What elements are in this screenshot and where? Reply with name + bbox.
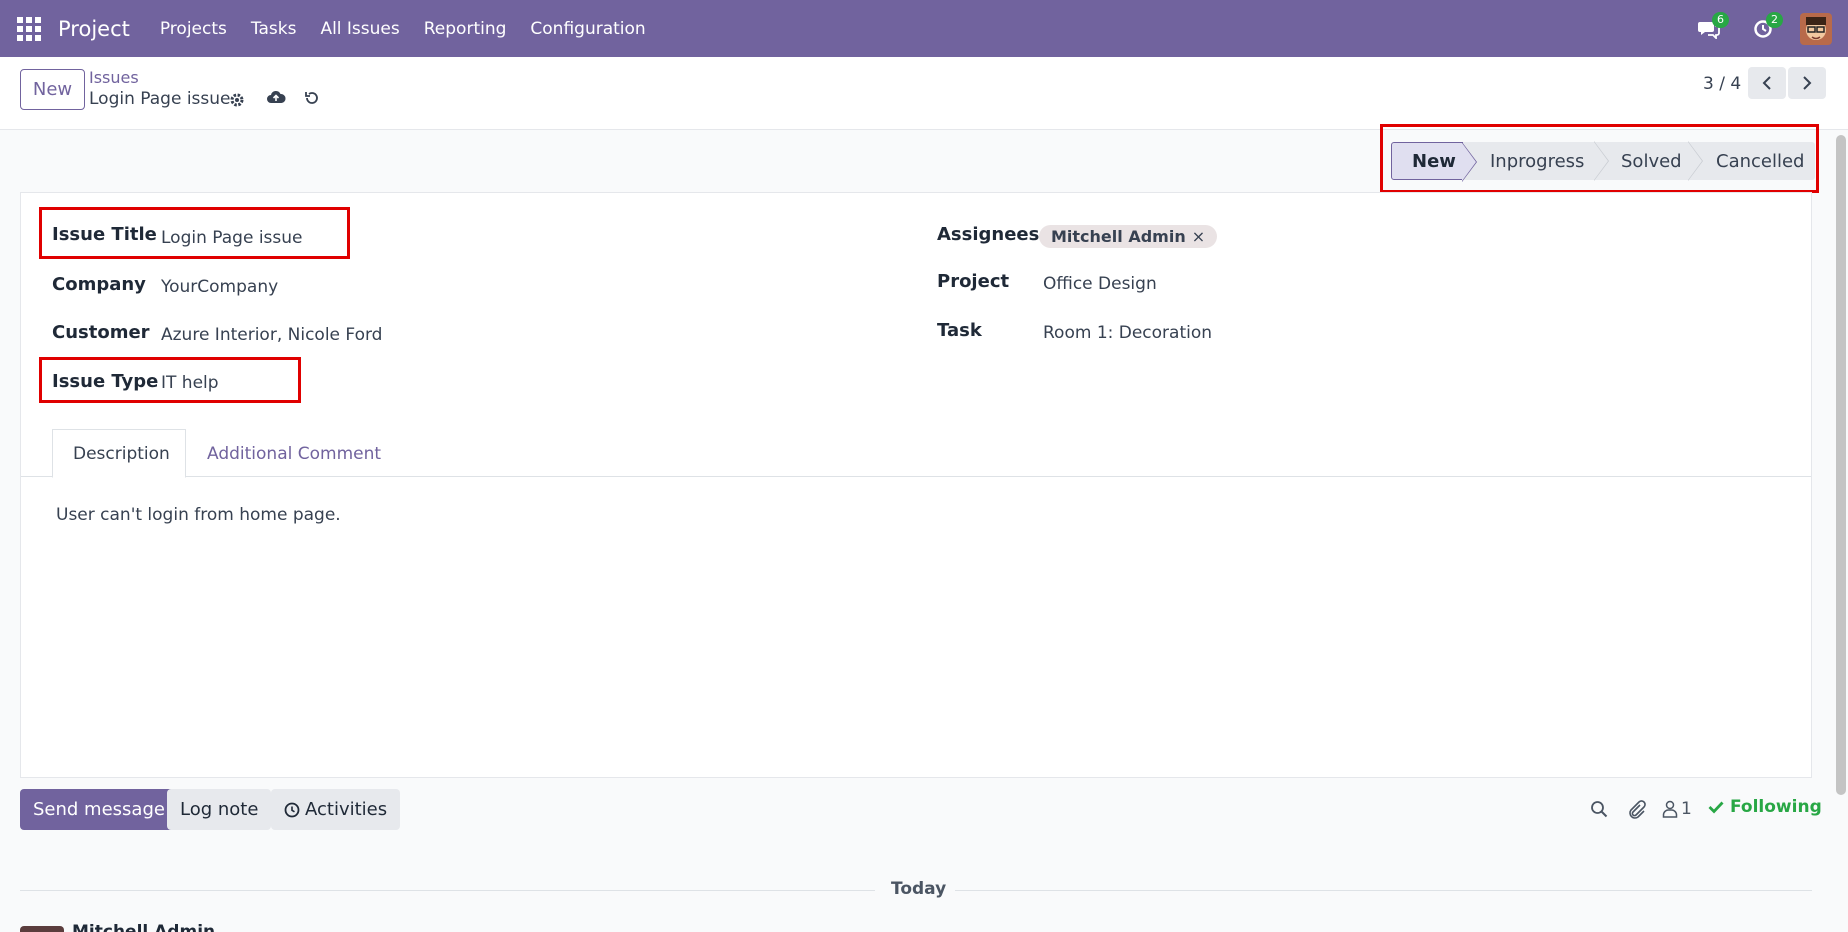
check-icon — [1708, 801, 1724, 814]
stage-inprogress[interactable]: Inprogress — [1463, 141, 1609, 181]
following-button[interactable]: Following — [1708, 797, 1822, 817]
activities-button[interactable]: Activities — [271, 789, 401, 830]
assignee-tag[interactable]: Mitchell Admin × — [1039, 225, 1218, 248]
app-name[interactable]: Project — [58, 17, 130, 41]
task-label: Task — [937, 320, 982, 341]
send-message-button[interactable]: Send message — [20, 789, 178, 830]
stage-cancelled[interactable]: Cancelled — [1688, 142, 1815, 180]
nav-tasks[interactable]: Tasks — [239, 19, 309, 39]
project-label: Project — [937, 271, 1010, 292]
pager-value[interactable]: 3 / 4 — [1703, 74, 1741, 94]
assignees-label: Assignees — [937, 224, 1040, 245]
cloud-save-icon[interactable] — [265, 87, 287, 109]
company-field[interactable]: YourCompany — [161, 277, 278, 297]
status-bar: New Inprogress Solved Cancelled — [1391, 141, 1815, 182]
pager-next-button[interactable] — [1788, 67, 1826, 99]
stage-label: New — [1412, 150, 1456, 172]
search-icon[interactable] — [1590, 797, 1608, 821]
user-avatar[interactable] — [1800, 12, 1832, 45]
user-icon — [1662, 800, 1678, 818]
issue-title-field[interactable]: Login Page issue — [161, 228, 303, 248]
nav-configuration[interactable]: Configuration — [518, 19, 657, 39]
tab-additional-comment[interactable]: Additional Comment — [187, 429, 401, 478]
company-label: Company — [52, 274, 146, 295]
stage-label: Inprogress — [1490, 150, 1585, 172]
description-text[interactable]: User can't login from home page. — [56, 505, 341, 525]
new-record-button[interactable]: New — [20, 69, 85, 110]
project-field[interactable]: Office Design — [1043, 274, 1157, 294]
paperclip-icon[interactable] — [1626, 797, 1646, 821]
message-author-avatar — [20, 926, 64, 932]
clock-icon — [284, 802, 300, 817]
stage-new[interactable]: New — [1391, 142, 1477, 182]
gear-icon[interactable] — [226, 89, 248, 111]
tab-description[interactable]: Description — [52, 429, 186, 478]
issue-type-field[interactable]: IT help — [161, 373, 219, 393]
page-scrollbar[interactable] — [1836, 135, 1846, 795]
top-navbar: Project Projects Tasks All Issues Report… — [0, 0, 1848, 57]
customer-label: Customer — [52, 322, 150, 343]
issue-title-label: Issue Title — [52, 224, 157, 245]
messages-icon[interactable]: 6 — [1682, 0, 1736, 57]
nav-projects[interactable]: Projects — [148, 19, 239, 39]
activities-clock-icon[interactable]: 2 — [1736, 0, 1790, 57]
notebook-tabs: Description Additional Comment — [21, 429, 1811, 478]
divider — [955, 890, 1812, 891]
nav-reporting[interactable]: Reporting — [412, 19, 519, 39]
followers-button[interactable]: 1 — [1662, 797, 1692, 821]
log-note-button[interactable]: Log note — [167, 789, 272, 830]
divider — [20, 890, 875, 891]
messages-badge: 6 — [1712, 12, 1729, 28]
nav-all-issues[interactable]: All Issues — [308, 19, 411, 39]
stage-label: Cancelled — [1716, 150, 1805, 172]
chevron-left-icon — [1762, 76, 1771, 90]
activities-badge: 2 — [1766, 12, 1783, 28]
breadcrumb-issues[interactable]: Issues — [89, 68, 139, 87]
pager-previous-button[interactable] — [1748, 67, 1786, 99]
apps-menu-icon[interactable] — [0, 0, 58, 57]
assignee-name: Mitchell Admin — [1051, 227, 1186, 246]
activities-label: Activities — [305, 799, 388, 820]
form-sheet: Issue Title Login Page issue Company You… — [20, 192, 1812, 778]
tag-remove-icon[interactable]: × — [1192, 227, 1205, 246]
issue-type-label: Issue Type — [52, 371, 159, 392]
date-separator: Today — [891, 879, 947, 899]
customer-field[interactable]: Azure Interior, Nicole Ford — [161, 325, 382, 345]
followers-count: 1 — [1681, 799, 1692, 819]
breadcrumb-current-record: Login Page issue — [89, 89, 231, 109]
task-field[interactable]: Room 1: Decoration — [1043, 323, 1212, 343]
control-panel: New Issues Login Page issue 3 / 4 — [0, 57, 1848, 130]
message-author: Mitchell Admin — [72, 922, 216, 932]
stage-label: Solved — [1621, 150, 1682, 172]
following-label: Following — [1730, 797, 1822, 817]
chevron-right-icon — [1803, 76, 1812, 90]
discard-changes-icon[interactable] — [301, 87, 323, 109]
